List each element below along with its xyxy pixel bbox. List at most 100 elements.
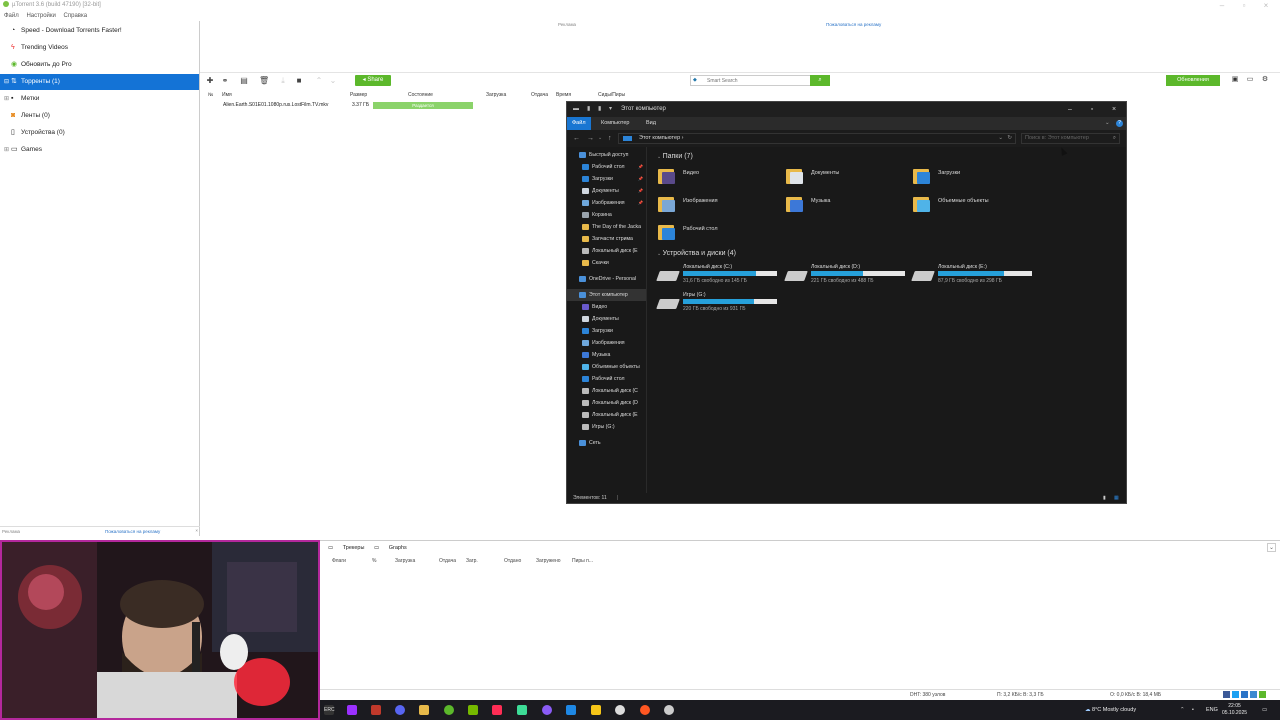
nav-item[interactable]: Игры (G:) (567, 421, 646, 433)
language-indicator[interactable]: ENG (1206, 700, 1218, 720)
nav-item[interactable]: Рабочий стол (567, 373, 646, 385)
nav-item[interactable]: Локальный диск (E (567, 409, 646, 421)
tab-trackers[interactable]: ▭ Трекеры (328, 545, 364, 551)
nav-item[interactable]: Видео (567, 301, 646, 313)
folder-item[interactable]: Видео (658, 165, 778, 189)
updates-button[interactable]: Обновления (1166, 75, 1220, 86)
col-flags[interactable]: Флаги (332, 558, 346, 564)
tiles-view-icon[interactable]: ▦ (1114, 493, 1119, 503)
sidebar-item-speed[interactable]: ◔ Speed - Download Torrents Faster! (0, 23, 199, 39)
taskbar-app-icon[interactable] (640, 705, 650, 715)
col-num[interactable]: № (208, 90, 213, 100)
nav-item[interactable]: Документы 📌 (567, 185, 646, 197)
explorer-maximize-button[interactable]: ▫ (1081, 102, 1103, 117)
col-uploaded[interactable]: Отдано (504, 558, 521, 564)
sidebar-item-games[interactable]: ⊞ ▭ Games (0, 142, 199, 158)
taskbar-app-icon[interactable]: ERC (324, 705, 335, 715)
drives-section-title[interactable]: ⌄ Устройства и диски (4) (657, 250, 736, 257)
nvidia-icon[interactable] (468, 705, 478, 715)
notifications-icon[interactable]: ▭ (1262, 700, 1267, 720)
nav-item[interactable]: Корзина (567, 209, 646, 221)
nav-item[interactable]: Локальный диск (E (567, 245, 646, 257)
search-button[interactable]: ⌕ (810, 75, 830, 86)
nav-item[interactable]: Запчасти стрима (567, 233, 646, 245)
ribbon-tab-view[interactable]: Вид (641, 117, 661, 130)
expand-icon[interactable]: ⊞ (4, 142, 9, 158)
forward-arrow-icon[interactable]: → (587, 130, 594, 147)
discord-icon[interactable] (395, 705, 405, 715)
chat-icon[interactable]: ▣ (1230, 75, 1240, 86)
explorer-taskbar-icon[interactable] (419, 705, 429, 715)
menu-settings[interactable]: Настройки (26, 13, 55, 19)
sidebar-item-devices[interactable]: ▯ Устройства (0) (0, 125, 199, 141)
chevron-down-icon[interactable]: ▾ (609, 102, 612, 117)
add-link-icon[interactable]: ⚭ (220, 76, 230, 86)
down-icon[interactable]: ⌄ (328, 76, 338, 86)
col-peer-download[interactable]: Загрузка (395, 558, 415, 564)
address-dropdown-icon[interactable]: ⌄ (998, 134, 1003, 143)
taskbar-app-icon[interactable] (664, 705, 674, 715)
nav-item[interactable]: Быстрый доступ (567, 149, 646, 161)
explorer-minimize-button[interactable]: – (1059, 102, 1081, 117)
folder-item[interactable]: Документы (786, 165, 906, 189)
expand-icon[interactable]: ⊟ (4, 74, 9, 90)
facebook-icon[interactable] (1223, 691, 1230, 698)
col-size[interactable]: Размер (350, 90, 367, 100)
close-ad-icon[interactable]: × (195, 528, 198, 533)
nav-item[interactable]: Изображения (567, 337, 646, 349)
taskbar-app-icon[interactable] (517, 705, 527, 715)
taskbar-app-icon[interactable] (371, 705, 381, 715)
address-bar[interactable]: Этот компьютер › ⌄ ↻ (618, 133, 1016, 144)
drive-item[interactable]: Локальный диск (D:) 221 ГБ свободно из 48… (784, 264, 911, 286)
volume-icon[interactable]: ▪ (1192, 700, 1194, 720)
col-percent[interactable]: % (372, 558, 376, 564)
drive-item[interactable]: Игры (G:) 220 ГБ свободно из 931 ГБ (656, 292, 783, 314)
search-input[interactable] (707, 76, 817, 85)
col-status[interactable]: Состояние (408, 90, 433, 100)
ribbon-expand-icon[interactable]: ⌄ (1105, 117, 1110, 130)
nav-item[interactable]: Рабочий стол 📌 (567, 161, 646, 173)
nav-item[interactable]: Загрузки 📌 (567, 173, 646, 185)
folder-item[interactable]: Музыка (786, 193, 906, 217)
add-torrent-icon[interactable]: ✚ (205, 76, 215, 86)
twitter-icon[interactable] (1232, 691, 1239, 698)
nav-item[interactable]: The Day of the Jacka (567, 221, 646, 233)
properties-icon[interactable]: ▮ (587, 102, 590, 117)
back-arrow-icon[interactable]: ← (573, 130, 580, 147)
weather-widget[interactable]: ☁ 8°C Mostly cloudy (1085, 700, 1136, 720)
taskbar-app-icon[interactable] (591, 705, 601, 715)
new-folder-icon[interactable]: ▮ (598, 102, 601, 117)
sidebar-item-feeds[interactable]: ◙ Ленты (0) (0, 108, 199, 124)
nav-item[interactable]: Музыка (567, 349, 646, 361)
delete-icon[interactable]: 🗑 (259, 76, 269, 86)
col-peer-upload[interactable]: Отдача (439, 558, 456, 564)
col-upload[interactable]: Отдача (531, 90, 548, 100)
col-download[interactable]: Загрузка (486, 90, 506, 100)
ribbon-tab-computer[interactable]: Компьютер (596, 117, 634, 130)
sidebar-item-torrents[interactable]: ⊟ ⇅ Торренты (1) (0, 74, 199, 90)
col-name[interactable]: Имя (222, 90, 232, 100)
tiktok-icon[interactable] (492, 705, 502, 715)
close-button[interactable]: × (1255, 0, 1277, 11)
download-icon[interactable]: ⤓ (278, 76, 288, 86)
col-seeds-peers[interactable]: Сиды/Пиры (598, 90, 625, 100)
taskbar-app-icon[interactable] (566, 705, 576, 715)
folder-item[interactable]: Объемные объекты (913, 193, 1033, 217)
taskbar-app-icon[interactable] (542, 705, 552, 715)
stop-icon[interactable]: ■ (294, 76, 304, 86)
drive-item[interactable]: Локальный диск (C:) 31,6 ГБ свободно из 1… (656, 264, 783, 286)
taskbar-app-icon[interactable] (347, 705, 357, 715)
nav-item[interactable]: Изображения 📌 (567, 197, 646, 209)
details-view-icon[interactable]: ▮ (1103, 493, 1106, 503)
col-peers[interactable]: Пиры п... (572, 558, 593, 564)
web-icon[interactable] (1241, 691, 1248, 698)
menu-file[interactable]: Файл (4, 13, 19, 19)
menu-help[interactable]: Справка (64, 13, 88, 19)
tray-chevron-icon[interactable]: ⌃ (1180, 700, 1185, 720)
remote-icon[interactable]: ▭ (1245, 75, 1255, 86)
maximize-button[interactable]: ▫ (1233, 0, 1255, 11)
report-ad-link[interactable]: Пожаловаться на рекламу (105, 529, 160, 534)
folders-section-title[interactable]: ⌄ Папки (7) (657, 153, 693, 160)
create-torrent-icon[interactable]: ▤ (239, 76, 249, 86)
share-button[interactable]: ◂ Share (355, 75, 391, 86)
